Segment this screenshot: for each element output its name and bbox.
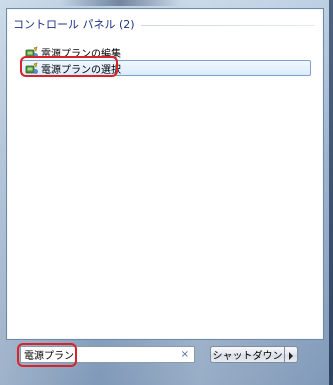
result-item-choose-power-plan[interactable]: 電源プランの選択 <box>21 60 311 76</box>
clear-search-icon[interactable]: × <box>181 348 189 362</box>
results-group-header[interactable]: コントロール パネル (2) <box>13 15 315 33</box>
result-item-label: 電源プランの編集 <box>41 48 121 60</box>
power-plan-icon <box>25 46 38 59</box>
search-input[interactable] <box>21 347 174 362</box>
group-divider <box>140 24 315 26</box>
search-box[interactable]: × <box>20 346 195 363</box>
shutdown-control: シャットダウン <box>210 346 298 363</box>
shutdown-button[interactable]: シャットダウン <box>210 346 284 363</box>
search-results-panel: コントロール パネル (2) 電源プランの編集 電源プランの選択 <box>6 8 324 340</box>
glass-highlight <box>60 0 180 6</box>
shutdown-options-button[interactable] <box>284 346 298 363</box>
group-title: コントロール パネル (2) <box>13 18 135 31</box>
shutdown-label: シャットダウン <box>212 351 283 362</box>
power-plan-icon <box>25 62 38 75</box>
result-item-label: 電源プランの選択 <box>41 64 121 76</box>
chevron-right-icon <box>288 345 294 364</box>
result-item-edit-power-plan[interactable]: 電源プランの編集 <box>21 44 311 60</box>
window-edge <box>329 0 333 385</box>
